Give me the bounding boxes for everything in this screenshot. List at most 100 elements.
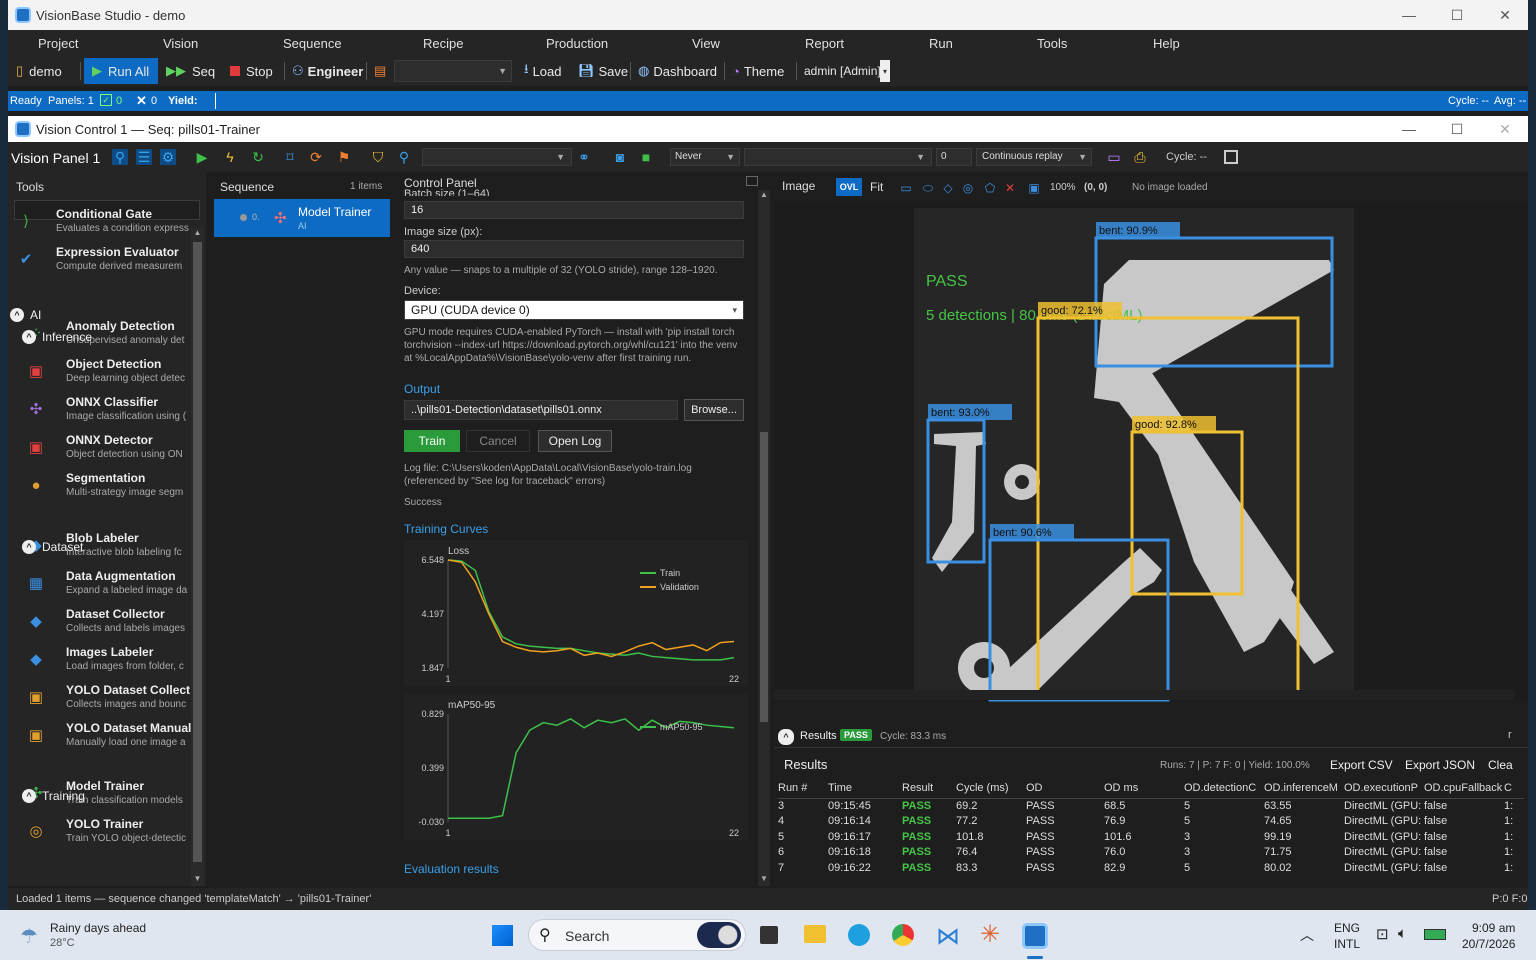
group-dataset[interactable]: ^ Dataset [22,540,83,554]
app-star-icon[interactable]: ✳ [980,920,1000,949]
column-header[interactable]: C [1504,778,1524,798]
column-header[interactable]: OD.inferenceM [1264,778,1344,798]
fit-button[interactable]: Fit [870,180,883,194]
menu-view[interactable]: View [692,36,720,51]
tool-item[interactable]: ▣ YOLO Dataset Collect Collects images and… [22,680,202,716]
link-tool-icon[interactable]: ⚲ [112,149,128,165]
user-menu[interactable]: admin [Admin] [804,60,881,82]
tool-item[interactable]: ◆ Images Labeler Load images from folder, … [22,642,202,678]
project-button[interactable]: ▯ demo [16,60,62,82]
tool-item[interactable]: ▣ YOLO Dataset Manual Manually load one im… [22,718,202,754]
sequence-item[interactable]: 0. ✣ Model Trainer AI [214,199,390,237]
image-source-select[interactable]: ▼ [744,148,932,166]
table-row[interactable]: 5 09:16:17 PASS 101.8 PASS 101.6 3 99.19 DirectM… [778,829,1524,845]
menu-run[interactable]: Run [929,36,953,51]
clear-shapes-icon[interactable]: ✕ [1002,180,1018,196]
column-header[interactable]: OD [1026,778,1104,798]
flag-icon[interactable]: ⚑ [336,149,352,165]
column-header[interactable]: OD ms [1104,778,1184,798]
menu-project[interactable]: Project [38,36,78,51]
diamond-tool-icon[interactable]: ◇ [940,180,956,196]
menu-recipe[interactable]: Recipe [423,36,463,51]
sub-maximize-button[interactable]: ☐ [1434,116,1480,142]
tool-item[interactable]: ◆ Dataset Collector Collects and labels im… [22,604,202,640]
trigger-select[interactable]: Never ▼ [670,148,740,166]
weather-icon[interactable]: ☂ [20,924,38,949]
column-header[interactable]: Time [828,778,902,798]
window-icon[interactable]: ▭ [1106,149,1122,165]
tool-item[interactable]: ✔ Expression Evaluator Compute derived mea… [12,242,192,278]
refresh-icon[interactable]: ⟳ [308,149,324,165]
table-row[interactable]: 7 09:16:22 PASS 83.3 PASS 82.9 5 80.02 DirectML … [778,860,1524,876]
clock-time[interactable]: 9:09 am [1472,921,1515,935]
search-icon[interactable]: ⚲ [396,149,412,165]
save-image-icon[interactable]: ▣ [1026,180,1042,196]
group-inference[interactable]: ^ Inference [22,330,92,344]
link-chain-icon[interactable]: ⚭ [576,149,592,165]
table-row[interactable]: 6 09:16:18 PASS 76.4 PASS 76.0 3 71.75 DirectML … [778,845,1524,861]
scroll-up-icon[interactable]: ▲ [191,228,204,240]
dashboard-button[interactable]: ◍ Dashboard [638,60,717,82]
collapse-results-icon[interactable]: ^ [778,729,794,745]
recipe-dropdown[interactable]: ▼ [394,60,512,82]
theme-button[interactable]: ◔ Theme [732,60,784,82]
open-log-button[interactable]: Open Log [538,430,612,452]
lang-secondary[interactable]: INTL [1334,937,1360,951]
gear-icon[interactable]: ⚙ [160,149,176,165]
user-dropdown-handle[interactable]: ▾ [880,60,890,82]
clear-button[interactable]: Clea [1488,758,1513,772]
train-button[interactable]: Train [404,430,460,452]
save-button[interactable]: 💾︎ Save [578,60,628,82]
volume-icon[interactable]: 🔈︎ [1398,925,1407,942]
minimize-button[interactable]: — [1386,0,1432,30]
clock-date[interactable]: 20/7/2026 [1462,937,1515,951]
scroll-thumb[interactable] [760,432,768,722]
network-icon[interactable]: ⊡ [1376,925,1389,943]
tool-item[interactable]: ● Segmentation Multi-strategy image segm [22,468,202,504]
vscode-icon[interactable]: ⋈ [936,922,960,951]
menu-help[interactable]: Help [1153,36,1180,51]
load-button[interactable]: ⭳ Load [524,60,561,82]
group-ai[interactable]: ^ AI [10,308,41,322]
bookmark-icon[interactable]: ⌑ [282,149,298,165]
weather-text[interactable]: Rainy days ahead [50,921,146,935]
column-header[interactable]: Result [902,778,956,798]
edge-icon[interactable] [848,924,870,946]
panel-select[interactable]: ▼ [422,148,572,166]
print-icon[interactable]: ⎙ [1132,149,1148,165]
menu-vision[interactable]: Vision [163,36,198,51]
file-explorer-icon[interactable] [804,925,826,943]
sub-close-button[interactable]: ✕ [1482,116,1528,142]
image-size-input[interactable]: 640 [404,240,744,258]
menu-production[interactable]: Production [546,36,608,51]
cancel-button[interactable]: Cancel [466,430,530,452]
close-button[interactable]: ✕ [1482,0,1528,30]
detach-icon[interactable] [746,176,758,186]
run-all-button[interactable]: ▶ Run All [84,58,158,84]
column-header[interactable]: OD.executionP [1344,778,1424,798]
table-row[interactable]: 4 09:16:14 PASS 77.2 PASS 76.9 5 74.65 DirectML … [778,814,1524,830]
stop-button[interactable]: Stop [230,60,273,82]
lightning-icon[interactable]: ϟ [222,149,238,165]
seq-button[interactable]: ▶▶ Seq [166,60,215,82]
column-header[interactable]: OD.detectionC [1184,778,1264,798]
browse-button[interactable]: Browse... [684,399,744,421]
loop-icon[interactable]: ↻ [250,149,266,165]
tool-item[interactable]: ✣ ONNX Classifier Image classification usi… [22,392,202,428]
engineer-button[interactable]: ⚇ Engineer [292,60,363,82]
menu-sequence[interactable]: Sequence [283,36,342,51]
taskbar-search[interactable]: ⚲ Search [528,919,746,951]
fullscreen-toggle[interactable] [1224,150,1238,164]
video-icon[interactable]: ■ [638,149,654,165]
play-icon[interactable]: ▶ [194,149,210,165]
camera-icon[interactable]: ◙ [612,149,628,165]
tool-item[interactable]: ▦ Data Augmentation Expand a labeled image… [22,566,202,602]
frame-count-input[interactable]: 0 [936,148,972,166]
tool-item[interactable]: ◎ YOLO Trainer Train YOLO object-detectic [22,814,202,850]
tray-chevron-icon[interactable]: ︿ [1300,925,1314,945]
column-header[interactable]: OD.cpuFallback [1424,778,1504,798]
menu-report[interactable]: Report [805,36,844,51]
image-hscrollbar[interactable] [774,690,1514,700]
replay-mode-select[interactable]: Continuous replay ▼ [976,148,1092,166]
overlay-toggle[interactable]: OVL [836,178,862,196]
